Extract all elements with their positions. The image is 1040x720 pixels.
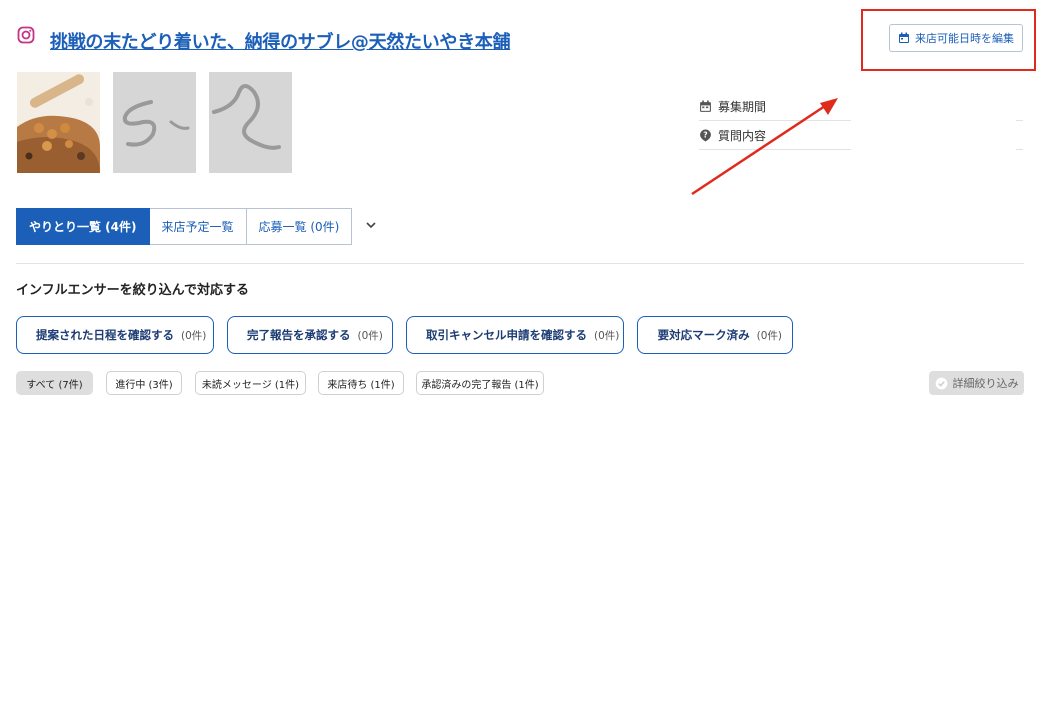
- filter-pill-approved-reports[interactable]: 承認済みの完了報告 (1件): [416, 371, 544, 395]
- divider: [1016, 149, 1023, 150]
- annotation-arrow: [691, 98, 838, 196]
- filter-pill-awaiting-visit[interactable]: 来店待ち (1件): [318, 371, 404, 395]
- action-count: (0件): [594, 329, 620, 342]
- check-icon: [650, 334, 651, 336]
- action-required-marked-button[interactable]: 要対応マーク済み (0件): [637, 316, 793, 354]
- chevron-down-icon[interactable]: [364, 218, 378, 232]
- action-count: (0件): [756, 329, 782, 342]
- filter-pill-all[interactable]: すべて (7件): [16, 371, 93, 395]
- check-circle-icon: [935, 377, 947, 389]
- tab-applications[interactable]: 応募一覧 (0件): [246, 208, 353, 245]
- edit-visit-dates-button[interactable]: 来店可能日時を編集: [889, 24, 1023, 52]
- filter-pill-in-progress[interactable]: 進行中 (3件): [106, 371, 182, 395]
- filter-pill-unread[interactable]: 未読メッセージ (1件): [195, 371, 306, 395]
- product-photo-placeholder[interactable]: [209, 72, 292, 173]
- product-photo-placeholder[interactable]: [113, 72, 196, 173]
- divider: [1016, 120, 1023, 121]
- action-label: 完了報告を承認する: [247, 328, 351, 342]
- calendar-icon: [899, 32, 909, 43]
- check-cancellation-requests-button[interactable]: 取引キャンセル申請を確認する (0件): [406, 316, 624, 354]
- filter-section-title: インフルエンサーを絞り込んで対応する: [16, 283, 249, 298]
- edit-visit-dates-label: 来店可能日時を編集: [915, 32, 1014, 45]
- action-count: (0件): [181, 329, 207, 342]
- action-label: 要対応マーク済み: [657, 328, 750, 342]
- tab-bar: やりとり一覧 (4件) 来店予定一覧 応募一覧 (0件): [16, 208, 353, 245]
- check-proposed-dates-button[interactable]: 提案された日程を確認する (0件): [16, 316, 214, 354]
- instagram-icon: [17, 26, 35, 44]
- approve-completion-report-button[interactable]: 完了報告を承認する (0件): [227, 316, 393, 354]
- action-count: (0件): [357, 329, 383, 342]
- action-label: 取引キャンセル申請を確認する: [426, 328, 587, 342]
- detail-filter-label: 詳細絞り込み: [952, 377, 1019, 390]
- campaign-title[interactable]: 挑戦の末たどり着いた、納得のサブレ@天然たいやき本舗: [50, 28, 511, 54]
- tab-visit-schedule[interactable]: 来店予定一覧: [149, 208, 247, 245]
- detail-filter-button[interactable]: 詳細絞り込み: [929, 371, 1024, 395]
- divider: [16, 263, 1024, 264]
- tab-interactions[interactable]: やりとり一覧 (4件): [16, 208, 150, 245]
- action-label: 提案された日程を確認する: [36, 328, 174, 342]
- product-photo[interactable]: [17, 72, 100, 173]
